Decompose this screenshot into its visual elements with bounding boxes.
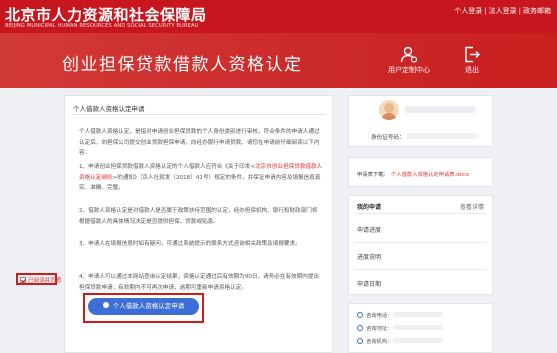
status-item-explanation: 进度说明 bbox=[357, 254, 382, 261]
agree-label: 已阅读并同意 bbox=[28, 278, 62, 284]
card-heading: 个人借款人资格认定申请 bbox=[73, 105, 145, 113]
my-application-heading: 我的申请 bbox=[357, 204, 382, 211]
status-item-progress: 申请进度 bbox=[357, 227, 382, 234]
masked-address bbox=[393, 325, 443, 330]
masked-id-number bbox=[407, 133, 477, 139]
apply-button-label: 个人借款人资格认定申请 bbox=[112, 302, 185, 310]
building-icon bbox=[357, 338, 363, 344]
scope-paragraph: 2、借款人资格认定是对借款人是否属于政策扶持范围的认定，经办担保机构、银行和财政… bbox=[79, 208, 318, 225]
card-divider bbox=[71, 114, 326, 115]
application-status-card: 我的申请 查看详情 申请进度 进度说明 申请日期 bbox=[348, 195, 493, 295]
location-icon bbox=[357, 325, 363, 331]
contact-address-label: 咨询地址： bbox=[366, 326, 393, 332]
user-settings-icon bbox=[400, 46, 418, 63]
page-title: 创业担保贷款借款人资格认定 bbox=[62, 55, 303, 75]
avatar bbox=[379, 100, 399, 120]
condition-paragraph: 1、申请创业担保贷款借款人资格认定的个人借款人应符合《关于印发<北京市创业担保贷… bbox=[79, 162, 323, 194]
logo-chinese[interactable]: 北京市人力资源和社会保障局 bbox=[5, 4, 207, 25]
status-item-date: 申请日期 bbox=[357, 281, 382, 288]
top-links: 个人登录 | 法人登录 | 政务邮箱 bbox=[454, 6, 551, 16]
id-number-label: 身份证号码： bbox=[371, 135, 405, 141]
checkbox-checked-icon[interactable] bbox=[20, 277, 26, 283]
status-divider bbox=[355, 213, 486, 214]
apply-button[interactable]: 个人借款人资格认定申请 bbox=[88, 298, 199, 315]
status-divider bbox=[355, 242, 486, 243]
link-separator: | bbox=[518, 7, 521, 15]
top-header: 北京市人力资源和社会保障局 BEIJING MUNICIPAL HUMAN RE… bbox=[0, 0, 557, 33]
contact-org-row: 咨询机构： bbox=[357, 337, 393, 345]
exit-button[interactable]: 退出 bbox=[447, 46, 497, 75]
masked-name bbox=[405, 106, 475, 113]
masked-phone bbox=[393, 312, 443, 317]
headset-icon bbox=[357, 312, 363, 318]
title-banner: 创业担保贷款借款人资格认定 用户定制中心 退出 bbox=[0, 33, 557, 88]
contact-org-label: 咨询机构： bbox=[366, 339, 393, 345]
view-details-link[interactable]: 查看详情 bbox=[460, 202, 484, 211]
contact-address-row: 咨询地址： bbox=[357, 324, 393, 332]
intro-paragraph: 个人借款人资格认定，是指对申请创业担保贷款的个人身份类别进行审核，符合条件的申请… bbox=[79, 129, 320, 156]
download-link[interactable]: 个人借款人资格认定申请表.docx bbox=[391, 170, 469, 178]
link-separator: | bbox=[484, 7, 487, 15]
agree-checkbox[interactable]: 已阅读并同意 bbox=[20, 276, 62, 284]
personal-login-link[interactable]: 个人登录 bbox=[454, 7, 482, 15]
masked-org bbox=[393, 338, 443, 343]
profile-card: 身份证号码： bbox=[348, 95, 493, 147]
condition-text: 1、申请创业担保贷款借款人资格认定的个人借款人应符合《关于印发<北京市创业担保贷… bbox=[79, 164, 323, 191]
download-label: 申请表下载： bbox=[357, 172, 389, 178]
consult-paragraph: 3、申请人在填报信息时如有疑问，可通过系统提示的联系方式咨询相关政策及填报要求。 bbox=[79, 241, 301, 247]
gov-mail-link[interactable]: 政务邮箱 bbox=[523, 7, 551, 15]
contact-phone-row: 咨询电话： bbox=[357, 311, 393, 319]
contact-card: 咨询电话： 咨询地址： 咨询机构： bbox=[348, 303, 493, 353]
result-paragraph: 4、申请人可以通过本网站查询认定结果，资格认定通过后有效期为90日，请务必在有效… bbox=[79, 274, 320, 291]
exit-label: 退出 bbox=[465, 66, 479, 74]
legal-login-link[interactable]: 法人登录 bbox=[489, 7, 517, 15]
exit-icon bbox=[464, 46, 480, 63]
user-center-label: 用户定制中心 bbox=[388, 66, 430, 74]
status-divider bbox=[355, 269, 486, 270]
user-center-button[interactable]: 用户定制中心 bbox=[384, 46, 434, 75]
regulation-link[interactable]: 北京市创业担保贷款借款人资格认定细则 bbox=[79, 164, 322, 181]
contact-phone-label: 咨询电话： bbox=[366, 313, 393, 319]
logo-english: BEIJING MUNICIPAL HUMAN RESOURCES AND SO… bbox=[5, 23, 199, 29]
download-card: 申请表下载： 个人借款人资格认定申请表.docx bbox=[348, 157, 493, 187]
location-pin-icon bbox=[102, 302, 109, 308]
